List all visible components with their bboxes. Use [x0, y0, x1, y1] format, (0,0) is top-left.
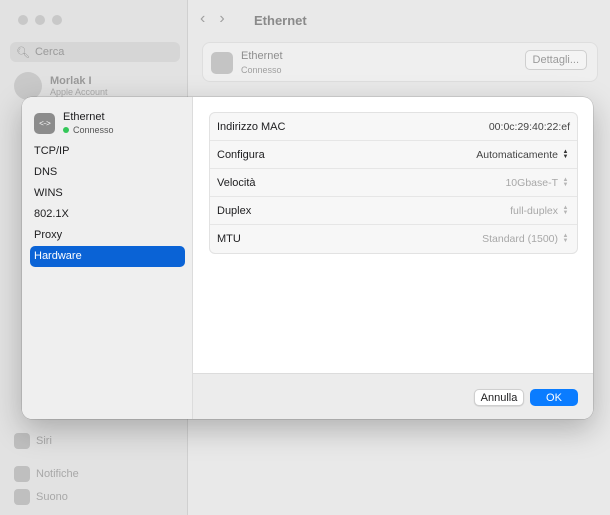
back-icon[interactable]: ‹: [200, 10, 205, 28]
window-controls: [18, 15, 62, 25]
ethernet-icon: [211, 52, 233, 74]
ethernet-details-dialog: <··> Ethernet Connesso TCP/IP DNS WINS 8…: [22, 97, 593, 419]
menu-item-hardware[interactable]: Hardware: [30, 246, 185, 267]
speed-value: 10Gbase-T: [505, 176, 558, 189]
minimize-window-button[interactable]: [35, 15, 45, 25]
table-row: Velocità 10Gbase-T ▲ ▼: [210, 169, 577, 197]
ok-button[interactable]: OK: [530, 389, 578, 406]
status-dot-icon: [63, 127, 69, 133]
chevron-updown-icon: ▲ ▼: [562, 204, 569, 216]
zoom-window-button[interactable]: [52, 15, 62, 25]
dialog-header: <··> Ethernet Connesso: [34, 111, 114, 135]
sidebar-item-notifiche[interactable]: Notifiche: [14, 466, 79, 482]
account-name: Morlak I: [50, 75, 92, 87]
sound-icon: [14, 489, 30, 505]
page-title: Ethernet: [254, 13, 307, 28]
card-title: Ethernet: [241, 50, 283, 62]
dialog-footer: Annulla OK: [193, 373, 593, 419]
sidebar-item-siri[interactable]: Siri: [14, 433, 52, 449]
duplex-value: full-duplex: [510, 204, 558, 217]
close-window-button[interactable]: [18, 15, 28, 25]
configure-value: Automaticamente: [476, 148, 558, 161]
connection-status: Connesso: [63, 125, 114, 135]
search-input[interactable]: 🔍︎ Cerca: [10, 42, 180, 62]
chevron-updown-icon: ▲ ▼: [562, 233, 569, 244]
row-label: Indirizzo MAC: [217, 120, 286, 133]
table-row: Duplex full-duplex ▲ ▼: [210, 197, 577, 225]
sidebar-item-label: Notifiche: [36, 468, 79, 480]
row-label: Configura: [217, 148, 265, 161]
chevron-updown-icon: ▲ ▼: [562, 176, 569, 188]
details-button[interactable]: Dettagli...: [524, 50, 587, 70]
chevron-updown-icon: ▲ ▼: [562, 148, 569, 160]
menu-item-tcpip[interactable]: TCP/IP: [30, 141, 185, 162]
speed-popup: 10Gbase-T ▲ ▼: [505, 176, 570, 189]
duplex-popup: full-duplex ▲ ▼: [510, 204, 570, 217]
account-subtitle: Apple Account: [50, 87, 108, 97]
sidebar-item-suono[interactable]: Suono: [14, 489, 68, 505]
sidebar-item-label: Suono: [36, 491, 68, 503]
dialog-sidebar: <··> Ethernet Connesso TCP/IP DNS WINS 8…: [22, 97, 193, 419]
mtu-popup: Standard (1500) ▲ ▼: [482, 233, 570, 246]
avatar: [14, 72, 42, 100]
dialog-menu: TCP/IP DNS WINS 802.1X Proxy Hardware: [30, 141, 185, 267]
menu-item-wins[interactable]: WINS: [30, 183, 185, 204]
configure-popup[interactable]: Automaticamente ▲ ▼: [476, 148, 570, 161]
mac-address-value: 00:0c:29:40:22:ef: [488, 120, 570, 133]
row-label: MTU: [217, 233, 241, 245]
sidebar-item-label: Siri: [36, 435, 52, 447]
table-row: Indirizzo MAC 00:0c:29:40:22:ef: [210, 113, 577, 141]
card-status: Connesso: [241, 65, 282, 75]
account-item[interactable]: Morlak I Apple Account: [14, 72, 108, 100]
menu-item-dns[interactable]: DNS: [30, 162, 185, 183]
forward-icon[interactable]: ›: [219, 10, 224, 28]
table-row: MTU Standard (1500) ▲ ▼: [210, 225, 577, 253]
cancel-button[interactable]: Annulla: [474, 389, 524, 406]
ethernet-icon: <··>: [34, 112, 55, 134]
search-placeholder: Cerca: [34, 46, 65, 58]
notifications-icon: [14, 466, 30, 482]
row-label: Duplex: [217, 204, 252, 217]
siri-icon: [14, 433, 30, 449]
navigation-arrows: ‹ ›: [200, 10, 225, 28]
menu-item-proxy[interactable]: Proxy: [30, 225, 185, 246]
mtu-value: Standard (1500): [482, 233, 558, 245]
search-icon: 🔍︎: [16, 46, 30, 59]
table-row: Configura Automaticamente ▲ ▼: [210, 141, 577, 169]
hardware-settings-table: Indirizzo MAC 00:0c:29:40:22:ef Configur…: [209, 112, 578, 254]
row-label: Velocità: [217, 176, 256, 189]
status-label: Connesso: [73, 125, 114, 135]
dialog-title: Ethernet: [63, 111, 105, 123]
ethernet-card: Ethernet Connesso Dettagli...: [202, 42, 598, 82]
menu-item-8021x[interactable]: 802.1X: [30, 204, 185, 225]
